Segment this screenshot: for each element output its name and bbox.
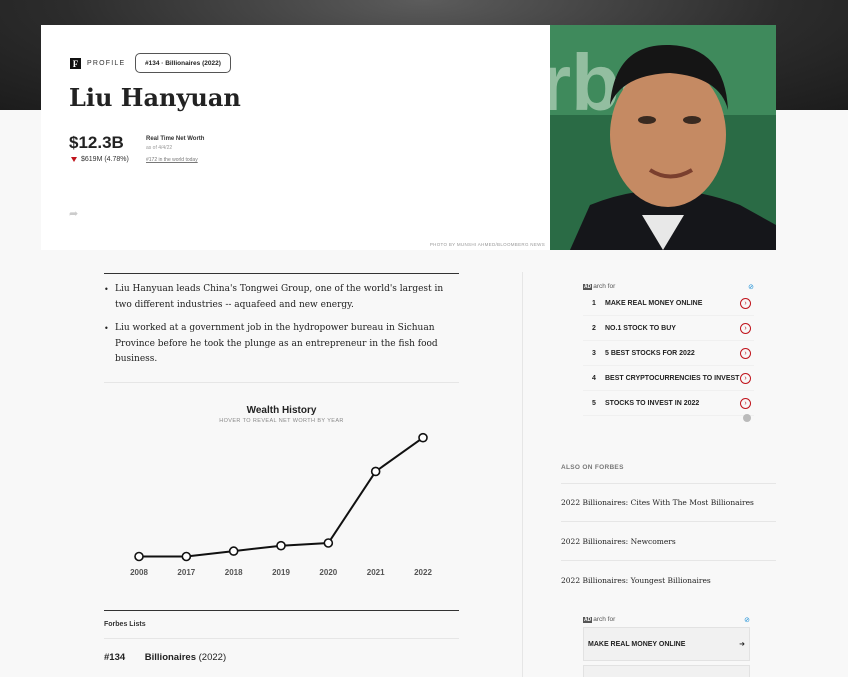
ad-header: AD arch for ⊘ (583, 615, 750, 624)
bio-bullets: Liu Hanyuan leads China's Tongwei Group,… (104, 274, 459, 368)
ad-item-label[interactable]: 5 BEST STOCKS FOR 2022 (605, 349, 740, 358)
chevron-right-icon[interactable]: › (740, 397, 751, 409)
ad-choices-icon[interactable]: ⊘ (744, 616, 750, 624)
person-name: Liu Hanyuan (69, 83, 241, 112)
ad-item[interactable]: 5 STOCKS TO INVEST IN 2022 › (583, 391, 754, 416)
ad-item[interactable]: 2 NO.1 STOCK TO BUY › (583, 316, 754, 341)
data-point[interactable] (228, 546, 239, 556)
ad-item-label[interactable]: NO.1 STOCK TO BUY (605, 324, 740, 333)
ad-item[interactable]: MAKE REAL MONEY ONLINE ➜ (583, 627, 750, 661)
list-rank: #134 (104, 652, 126, 663)
data-point[interactable] (370, 466, 381, 477)
ad-indicator-dot (743, 414, 751, 422)
chevron-right-icon[interactable]: › (740, 347, 751, 359)
ad-choices-icon[interactable]: ⊘ (748, 283, 754, 291)
chevron-right-icon[interactable]: › (740, 372, 751, 384)
chevron-right-icon[interactable]: › (740, 322, 751, 334)
ad-item-number: 1 (592, 299, 596, 307)
x-tick-label: 2022 (414, 568, 432, 577)
wealth-history-svg[interactable]: 2008 2017 2018 2019 2020 2021 2022 (104, 428, 459, 588)
profile-tag: PROFILE (87, 60, 126, 67)
chart-title: Wealth History (246, 405, 317, 416)
as-of-date: as of 4/4/22 (146, 145, 173, 151)
forbes-logo-icon: F (70, 58, 81, 69)
down-triangle-icon (71, 157, 77, 162)
x-tick-label: 2017 (177, 568, 195, 577)
x-tick-label: 2018 (225, 568, 243, 577)
forbes-lists-title: Forbes Lists (104, 621, 146, 628)
list-year: (2022) (198, 652, 227, 663)
divider (561, 521, 776, 522)
also-on-forbes-title: ALSO ON FORBES (561, 464, 624, 471)
data-point[interactable] (181, 551, 192, 562)
ad-item[interactable]: 3 5 BEST STOCKS FOR 2022 › (583, 341, 754, 366)
data-point[interactable] (323, 538, 334, 548)
also-link[interactable]: 2022 Billionaires: Youngest Billionaires (561, 576, 776, 585)
share-arrow-icon[interactable]: ➦ (69, 207, 78, 220)
x-tick-label: 2021 (367, 568, 385, 577)
divider (104, 381, 459, 383)
x-tick-label: 2019 (272, 568, 290, 577)
ad-item[interactable]: 1 MAKE REAL MONEY ONLINE › (583, 291, 754, 316)
list-name[interactable]: Billionaires (145, 652, 196, 663)
ad-item-number: 4 (592, 374, 596, 382)
ad-item-number: 3 (592, 349, 596, 357)
ad-label: AD arch for (583, 616, 616, 623)
x-tick-label: 2020 (319, 568, 337, 577)
ad-item-label[interactable]: BEST CRYPTOCURRENCIES TO INVEST (605, 374, 740, 383)
ad-item-label[interactable]: STOCKS TO INVEST IN 2022 (605, 399, 740, 408)
divider (104, 610, 459, 611)
ad-badge: AD (583, 617, 593, 623)
also-link[interactable]: 2022 Billionaires: Cites With The Most B… (561, 498, 776, 507)
bio-section: Liu Hanyuan leads China's Tongwei Group,… (104, 273, 459, 383)
bio-bullet: Liu Hanyuan leads China's Tongwei Group,… (104, 282, 459, 313)
also-link[interactable]: 2022 Billionaires: Newcomers (561, 537, 776, 546)
profile-brand: F PROFILE (70, 58, 125, 69)
bio-bullet: Liu worked at a government job in the hy… (104, 321, 459, 368)
change-value: $619M (4.78%) (81, 156, 129, 163)
rank-badge[interactable]: #134 · Billionaires (2022) (135, 53, 231, 73)
search-ad-box: AD arch for ⊘ 1 MAKE REAL MONEY ONLINE › … (583, 282, 754, 416)
divider (104, 638, 459, 639)
ad-item-label[interactable]: MAKE REAL MONEY ONLINE (588, 641, 685, 648)
data-point[interactable] (418, 432, 428, 443)
net-worth-change: $619M (4.78%) (71, 156, 129, 163)
photo-credit: PHOTO BY MUNSHI AHMED/BLOOMBERG NEWS (429, 242, 545, 247)
chart-subtitle: HOVER TO REVEAL NET WORTH BY YEAR (219, 418, 344, 424)
ad-badge: AD (583, 284, 593, 290)
ad-item[interactable] (583, 665, 750, 677)
column-divider (522, 272, 523, 677)
data-point[interactable] (134, 551, 144, 562)
divider (561, 483, 776, 484)
real-time-label: Real Time Net Worth (146, 136, 205, 142)
x-tick-label: 2008 (130, 568, 148, 577)
ad-label: AD arch for (583, 283, 616, 290)
profile-photo: rbes (550, 25, 776, 250)
wealth-history-chart[interactable]: 2008 2017 2018 2019 2020 2021 2022 (104, 428, 459, 588)
ad-header: AD arch for ⊘ (583, 282, 754, 291)
ad-item-number: 5 (592, 399, 596, 407)
ad-item-number: 2 (592, 324, 596, 332)
world-rank-link[interactable]: #172 in the world today (146, 157, 198, 163)
net-worth-value: $12.3B (69, 133, 124, 152)
data-point[interactable] (276, 540, 286, 551)
ad-item[interactable]: 4 BEST CRYPTOCURRENCIES TO INVEST › (583, 366, 754, 391)
ad-item-label[interactable]: MAKE REAL MONEY ONLINE (605, 299, 740, 308)
arrow-right-icon[interactable]: ➜ (739, 640, 745, 648)
profile-card: F PROFILE #134 · Billionaires (2022) Liu… (41, 25, 550, 250)
chevron-right-icon[interactable]: › (740, 297, 751, 309)
forbes-list-row[interactable]: #134 Billionaires (2022) (104, 652, 226, 663)
divider (561, 560, 776, 561)
search-ad-box-2: AD arch for ⊘ MAKE REAL MONEY ONLINE ➜ (583, 615, 750, 677)
wealth-line (139, 436, 424, 558)
